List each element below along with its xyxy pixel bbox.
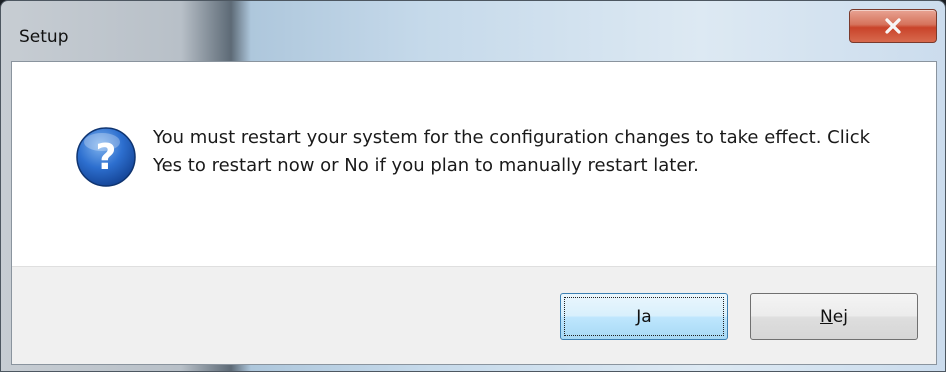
message-area: ? You must restart your system for the c…: [12, 62, 936, 266]
question-icon: ?: [76, 127, 136, 187]
no-button-label: Nej: [820, 307, 848, 327]
close-icon: [885, 18, 901, 34]
title-bar[interactable]: Setup: [1, 1, 945, 61]
dialog-window: Setup ? You must restart your system for…: [0, 0, 946, 372]
close-button[interactable]: [849, 9, 937, 43]
no-button-label-rest: ej: [832, 306, 848, 327]
dialog-message: You must restart your system for the con…: [153, 127, 871, 176]
no-button-accelerator: N: [820, 306, 833, 327]
svg-text:?: ?: [96, 137, 117, 178]
window-title: Setup: [19, 27, 69, 47]
dialog-client: ? You must restart your system for the c…: [11, 61, 937, 365]
button-bar: Ja Nej: [12, 266, 936, 364]
yes-button[interactable]: Ja: [560, 293, 728, 340]
no-button[interactable]: Nej: [750, 293, 918, 340]
focus-ring: [564, 297, 724, 336]
